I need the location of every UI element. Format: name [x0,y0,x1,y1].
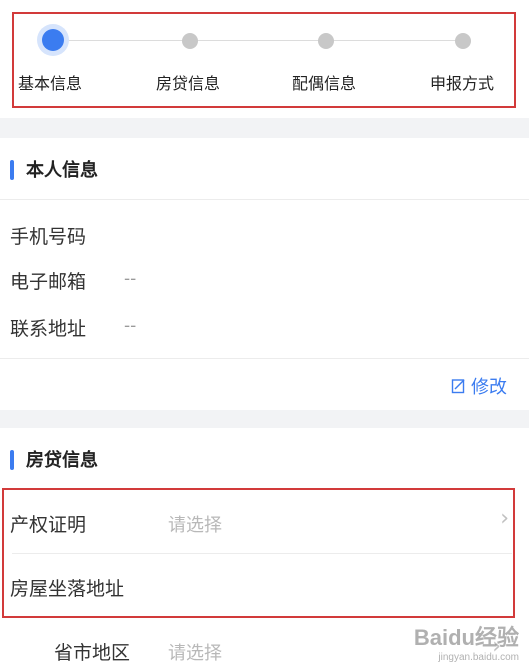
email-value: -- [124,269,137,289]
step-dot-mortgage-info[interactable] [182,33,198,49]
mortgage-info-header: 房贷信息 [0,428,529,490]
step-label-spouse-info[interactable]: 配偶信息 [292,70,356,94]
progress-stepper: 基本信息 房贷信息 配偶信息 申报方式 [0,0,529,118]
personal-info-title: 本人信息 [26,160,98,181]
email-label: 电子邮箱 [10,271,87,293]
step-dot-spouse-info[interactable] [318,33,334,49]
step-label-mortgage-info[interactable]: 房贷信息 [156,70,220,94]
address-value: -- [124,316,137,336]
step-label-basic-info[interactable]: 基本信息 [18,70,82,94]
section-accent-bar [10,160,14,180]
section-gap [0,118,529,138]
phone-label: 手机号码 [10,226,87,248]
watermark-logo: Baidu经验 [413,625,519,650]
edit-label: 修改 [471,377,507,398]
highlight-box-mortgage [2,488,515,618]
section-gap [0,410,529,428]
personal-info-header: 本人信息 [0,138,529,200]
step-label-declaration-method[interactable]: 申报方式 [430,70,494,94]
address-label: 联系地址 [10,318,87,340]
step-dot-basic-info[interactable] [42,29,64,51]
region-label: 省市地区 [54,642,131,664]
region-select[interactable]: 请选择 [168,639,222,665]
personal-info-list: 手机号码 电子邮箱 -- 联系地址 -- [0,200,529,358]
step-dot-declaration-method[interactable] [455,33,471,49]
edit-button[interactable]: 修改 [451,373,507,399]
mortgage-info-title: 房贷信息 [26,450,98,471]
edit-icon [451,379,465,394]
section-accent-bar [10,450,14,470]
watermark: Baidu经验 jingyan.baidu.com [414,620,519,663]
watermark-url: jingyan.baidu.com [438,652,519,663]
stepper-line [54,40,464,41]
edit-bar: 修改 [0,358,529,410]
